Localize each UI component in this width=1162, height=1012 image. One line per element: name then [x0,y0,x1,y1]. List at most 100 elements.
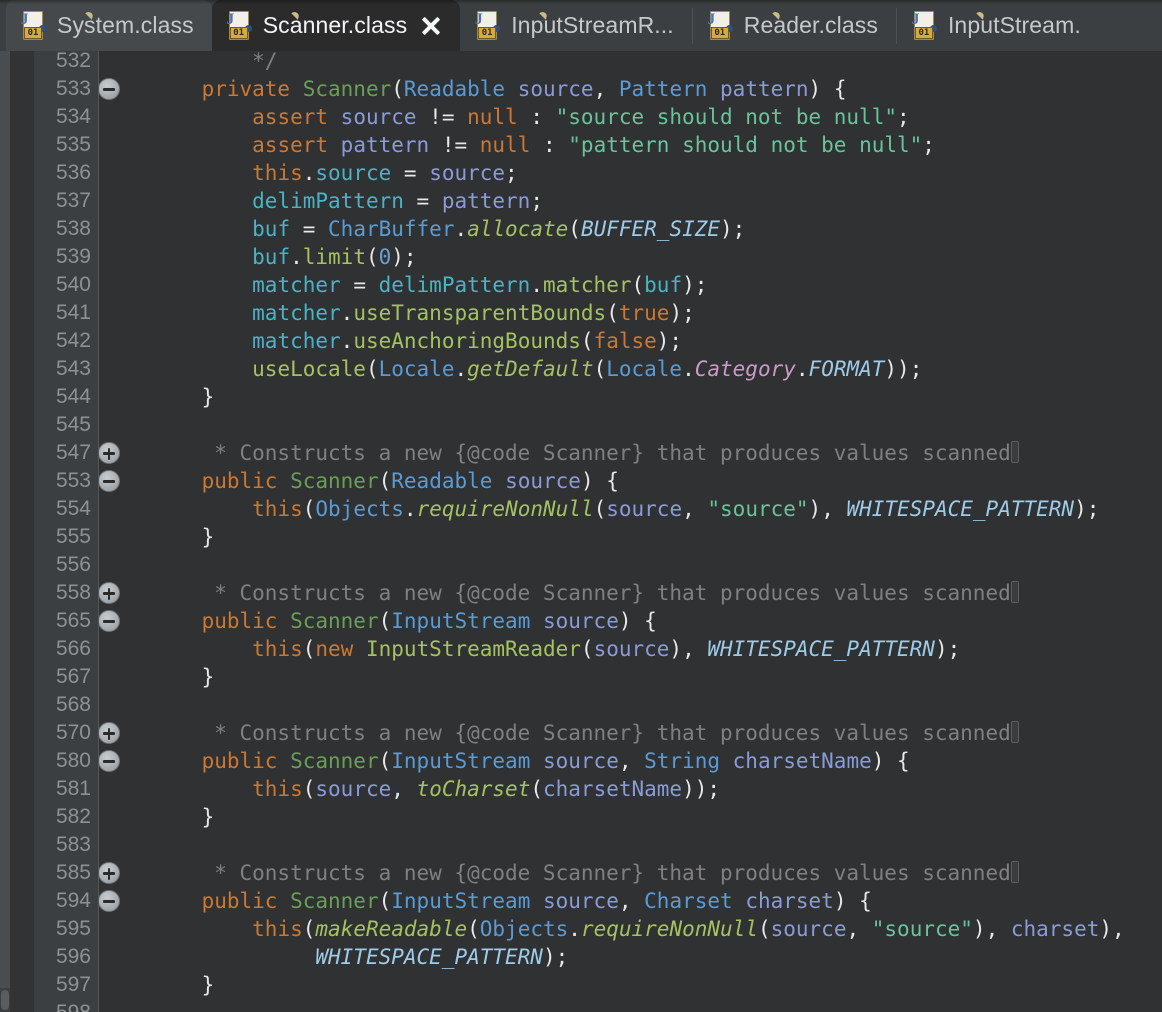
code-line[interactable]: WHITESPACE_PATTERN); [99,943,568,971]
code-line[interactable]: * Constructs a new {@code Scanner} that … [99,439,1019,467]
code-line[interactable]: this(Objects.requireNonNull(source, "sou… [99,495,1099,523]
code-line[interactable]: * Constructs a new {@code Scanner} that … [99,579,1019,607]
code-line[interactable]: useLocale(Locale.getDefault(Locale.Categ… [99,355,922,383]
fold-minus-icon[interactable] [98,470,120,492]
code-line[interactable] [99,831,151,859]
fold-plus-icon[interactable] [98,582,120,604]
code-token: ( [467,917,480,941]
code-line[interactable]: matcher = delimPattern.matcher(buf); [99,271,707,299]
editor-tab-reader-class[interactable]: J 01 Reader.class [692,0,896,51]
fold-plus-icon[interactable] [98,862,120,884]
editor-tab-inputstream[interactable]: J 01 InputStream. [896,0,1099,51]
code-line[interactable]: } [99,523,215,551]
line-number: 536 [55,161,91,184]
folded-region-placeholder[interactable] [1010,861,1019,883]
annotation-strip[interactable] [10,51,34,1012]
code-token: , [682,497,708,521]
code-line[interactable]: this(source, toCharset(charsetName)); [99,775,720,803]
code-token: matcher [542,273,632,297]
code-line[interactable] [99,999,151,1012]
line-number: 533 [55,77,91,100]
code-token: ), [972,917,1011,941]
code-token: = [290,217,329,241]
line-number: 570 [55,721,91,744]
vertical-scrollbar-thumb[interactable] [0,988,10,1012]
code-line[interactable]: } [99,803,215,831]
code-line[interactable]: matcher.useTransparentBounds(true); [99,299,695,327]
java-class-file-icon: J 01 [474,10,548,41]
code-line[interactable]: } [99,383,215,411]
code-line[interactable]: this.source = source; [99,159,518,187]
fold-minus-icon[interactable] [98,890,120,912]
code-token: useTransparentBounds [353,301,607,325]
code-area[interactable]: */ private Scanner(Readable source, Patt… [99,51,1162,1012]
code-token: ( [606,301,619,325]
code-line[interactable]: assert source != null : "source should n… [99,103,910,131]
code-line[interactable]: private Scanner(Readable source, Pattern… [99,75,847,103]
code-token: . [795,357,809,381]
code-token: InputStream [391,889,531,913]
code-token: Locale [606,357,683,381]
line-number: 555 [55,525,91,548]
code-token: ); [934,637,961,661]
fold-minus-icon[interactable] [98,78,120,100]
code-token: ( [593,357,607,381]
code-token: ; [505,161,518,185]
folded-region-placeholder[interactable] [1010,581,1019,603]
code-token: source [315,777,392,801]
editor-tab-system-class[interactable]: J 01 System.class [6,0,212,51]
tab-label: InputStreamR... [511,12,674,38]
code-token: ( [631,273,645,297]
code-token: false [593,329,657,353]
code-line[interactable] [99,411,151,439]
code-line[interactable]: buf.limit(0); [99,243,416,271]
code-line[interactable] [99,551,151,579]
code-token: FORMAT [808,357,885,381]
code-token: source [505,77,594,101]
editor-tab-scanner-class[interactable]: J 01 Scanner.class [211,0,461,51]
line-number: 594 [55,889,91,912]
code-token: ( [365,245,379,269]
code-line[interactable] [99,691,151,719]
code-token: , [618,749,645,773]
line-number: 565 [55,609,91,632]
code-line[interactable]: } [99,971,215,999]
fold-plus-icon[interactable] [98,442,120,464]
fold-plus-icon[interactable] [98,722,120,744]
fold-minus-icon[interactable] [98,610,120,632]
folded-region-placeholder[interactable] [1010,721,1019,743]
code-line[interactable]: matcher.useAnchoringBounds(false); [99,327,682,355]
line-number: 558 [55,581,91,604]
tab-label: System.class [57,12,194,38]
code-line[interactable]: * Constructs a new {@code Scanner} that … [99,719,1019,747]
code-line[interactable]: delimPattern = pattern; [99,187,543,215]
code-line[interactable]: * Constructs a new {@code Scanner} that … [99,859,1019,887]
code-line[interactable]: assert pattern != null : "pattern should… [99,131,935,159]
close-icon[interactable] [420,15,442,37]
code-line[interactable]: public Scanner(InputStream source, Strin… [99,747,910,775]
editor-tab-bar[interactable]: J 01 System.class J 01 Scanner.class J 01 InputS… [0,0,1162,51]
code-token: charsetName [543,777,683,801]
code-token: Readable [391,469,493,493]
code-line[interactable]: this(new InputStreamReader(source), WHIT… [99,635,960,663]
code-token: ), [1099,917,1125,941]
code-line[interactable]: public Scanner(InputStream source, Chars… [99,887,872,915]
code-line[interactable]: public Scanner(Readable source) { [99,467,619,495]
editor-tab-inputstreamr[interactable]: J 01 InputStreamR... [460,0,692,51]
folded-region-placeholder[interactable] [1010,441,1019,463]
code-line[interactable]: this(makeReadable(Objects.requireNonNull… [99,915,1125,943]
code-editor[interactable]: */ private Scanner(Readable source, Patt… [0,51,1162,1012]
fold-minus-icon[interactable] [98,750,120,772]
code-line[interactable]: */ [99,51,277,75]
code-line[interactable]: public Scanner(InputStream source) { [99,607,657,635]
code-line[interactable]: buf = CharBuffer.allocate(BUFFER_SIZE); [99,215,745,243]
code-token: ), [808,497,847,521]
code-token: source [530,749,619,773]
code-line[interactable]: } [99,663,215,691]
line-number: 585 [55,861,91,884]
line-number-gutter[interactable]: 532 533 534 535 536 537 538 539 540 541 542 543 544 5… [34,51,120,1012]
